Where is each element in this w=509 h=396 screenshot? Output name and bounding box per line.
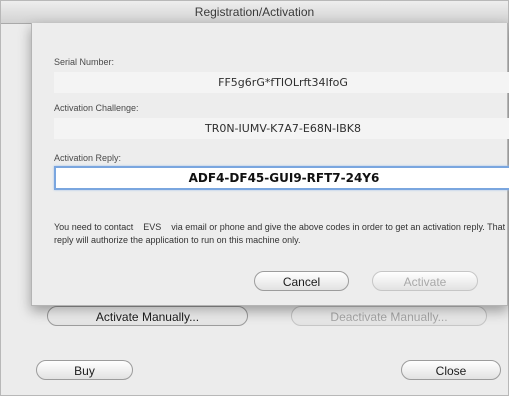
cancel-button[interactable]: Cancel [254, 271, 349, 291]
close-label: Close [435, 364, 467, 378]
activate-label: Activate [403, 275, 447, 289]
deactivate-manually-button[interactable]: Deactivate Manually... [291, 306, 487, 326]
cancel-label: Cancel [282, 275, 321, 289]
serial-number-value: FF5g6rG*fTIOLrft34IfoG [54, 72, 509, 93]
serial-number-label: Serial Number: [54, 57, 115, 67]
activate-manually-label: Activate Manually... [95, 310, 200, 324]
activation-reply-label: Activation Reply: [54, 153, 122, 163]
instructions-part1: You need to contact [54, 222, 134, 232]
activation-challenge-label: Activation Challenge: [54, 103, 139, 113]
activation-sheet: Serial Number: FF5g6rG*fTIOLrft34IfoG Ac… [31, 23, 509, 306]
deactivate-manually-label: Deactivate Manually... [330, 310, 448, 324]
contact-name: EVS [143, 222, 162, 232]
window-title: Registration/Activation [1, 1, 508, 24]
buy-button[interactable]: Buy [36, 360, 133, 380]
buy-label: Buy [74, 364, 95, 378]
close-button[interactable]: Close [401, 360, 501, 380]
activation-challenge-value: TR0N-IUMV-K7A7-E68N-IBK8 [54, 118, 509, 139]
activate-manually-button[interactable]: Activate Manually... [47, 306, 248, 326]
registration-window: Registration/Activation Activate Manuall… [0, 0, 509, 396]
activate-button[interactable]: Activate [372, 271, 478, 291]
instructions-text: You need to contact EVS via email or phone… [54, 221, 509, 247]
activation-reply-input[interactable]: ADF4-DF45-GUI9-RFT7-24Y6 [54, 166, 509, 190]
